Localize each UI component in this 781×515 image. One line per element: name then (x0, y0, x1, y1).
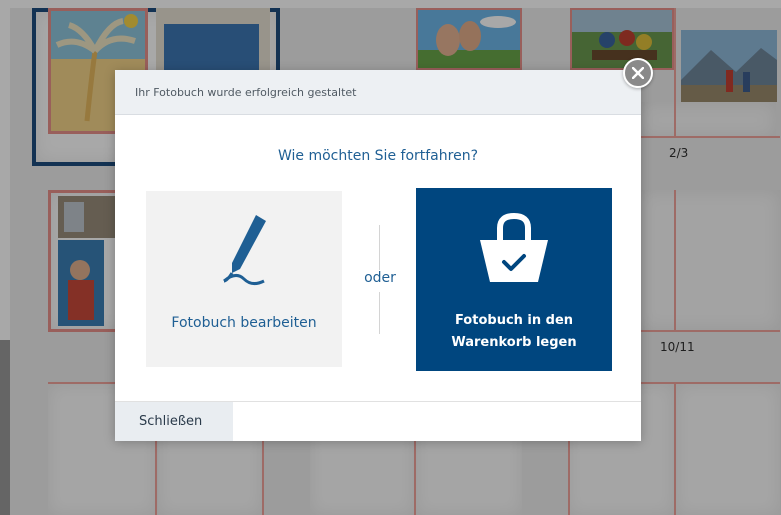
photobook-editor: 2/3 10/11 Ihr Fotobuch wurde erfolgreich… (0, 0, 781, 515)
shopping-bag-icon (480, 212, 548, 282)
add-to-cart-label-line1: Fotobuch in den (454, 313, 574, 328)
close-button-label: Schließen (139, 414, 203, 429)
separator-line-bottom (379, 292, 380, 334)
close-button[interactable]: Schließen (115, 402, 233, 441)
close-icon (632, 67, 644, 79)
add-to-cart-button[interactable]: Fotobuch in den Warenkorb legen (416, 188, 612, 371)
add-to-cart-label-line2: Warenkorb legen (451, 335, 577, 350)
dialog-title: Ihr Fotobuch wurde erfolgreich gestaltet (135, 86, 357, 99)
separator-line-top (379, 225, 380, 270)
completion-dialog: Ihr Fotobuch wurde erfolgreich gestaltet… (115, 70, 641, 441)
dialog-header: Ihr Fotobuch wurde erfolgreich gestaltet (115, 70, 641, 115)
pen-icon (223, 215, 266, 286)
dialog-close-button[interactable] (623, 58, 653, 88)
edit-photobook-button[interactable]: Fotobuch bearbeiten (146, 191, 342, 367)
separator-text: oder (361, 270, 399, 286)
edit-photobook-label: Fotobuch bearbeiten (171, 315, 317, 331)
add-to-cart-label: Fotobuch in den Warenkorb legen (416, 310, 612, 354)
dialog-question: Wie möchten Sie fortfahren? (277, 148, 478, 164)
dialog-footer: Schließen (115, 401, 641, 441)
